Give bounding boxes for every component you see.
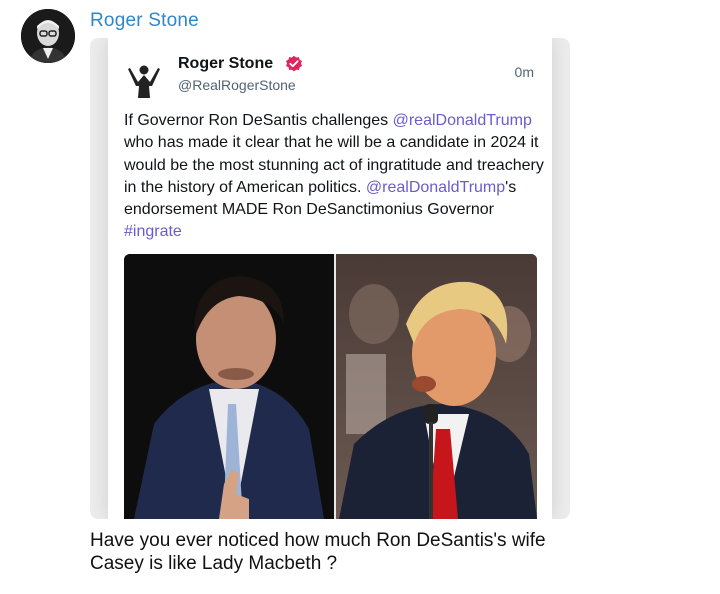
tweet-handle: @RealRogerStone	[178, 77, 296, 93]
tweet-text: If Governor Ron DeSantis challenges @rea…	[124, 110, 544, 244]
tweet-display-name: Roger Stone	[178, 55, 274, 72]
tweet-photo	[124, 254, 537, 519]
tweet-avatar	[124, 60, 164, 100]
verified-badge-icon	[285, 55, 303, 73]
tweet-screenshot-image[interactable]: Roger Stone @RealRogerStone 0m If Govern…	[90, 38, 570, 519]
tweet-timestamp: 0m	[514, 64, 534, 80]
tweet-text-part: If Governor Ron DeSantis challenges	[124, 112, 393, 129]
mention-link: @realDonaldTrump	[365, 178, 506, 196]
message-caption: Have you ever noticed how much Ron DeSan…	[90, 530, 546, 574]
hashtag-link: #ingrate	[124, 223, 182, 241]
tweet-card: Roger Stone @RealRogerStone 0m If Govern…	[108, 38, 552, 519]
poster-avatar[interactable]	[21, 9, 75, 63]
poster-name[interactable]: Roger Stone	[90, 10, 199, 32]
mention-link: @realDonaldTrump	[392, 112, 532, 129]
